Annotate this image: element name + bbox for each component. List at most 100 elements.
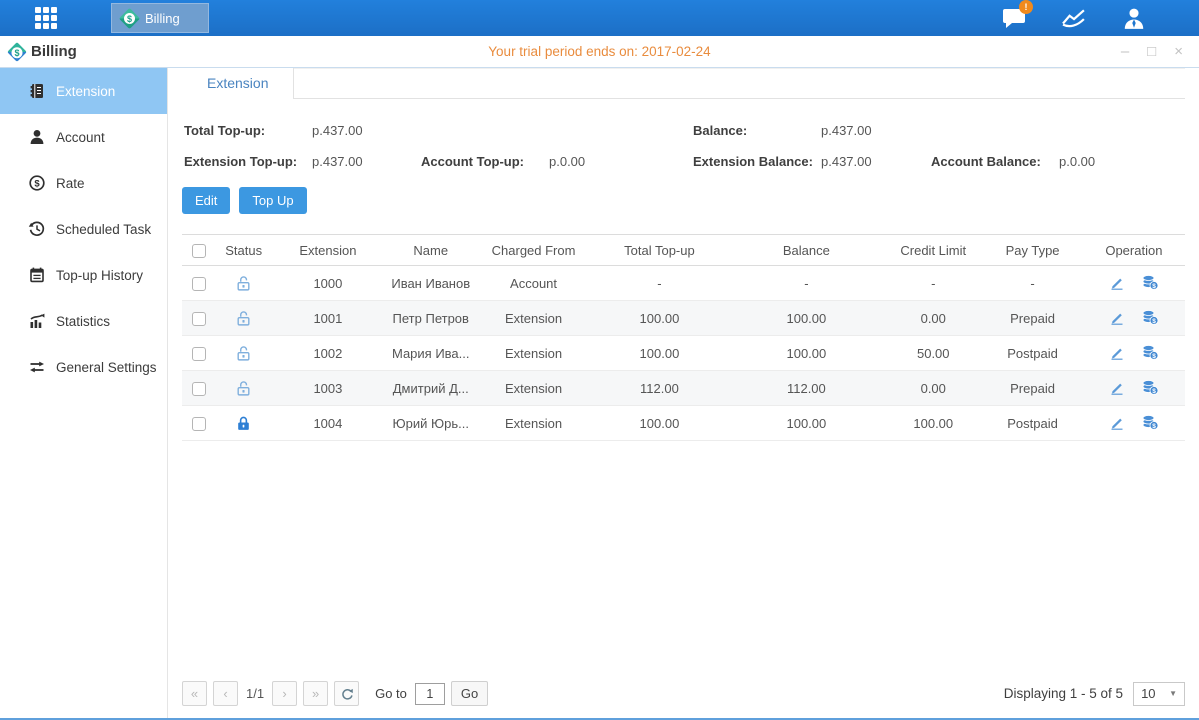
sidebar-item-account[interactable]: Account (0, 114, 167, 160)
row-checkbox[interactable] (192, 347, 206, 361)
notifications-icon[interactable]: ! (997, 5, 1031, 31)
extensions-table: StatusExtensionNameCharged FromTotal Top… (182, 234, 1185, 441)
cell-status-unlocked (216, 266, 271, 301)
sidebar-item-topup-history[interactable]: Top-up History (0, 252, 167, 298)
balance-summary: Total Top-up: p.437.00 Balance: p.437.00… (182, 115, 1185, 177)
sidebar-item-extension[interactable]: Extension (0, 68, 167, 114)
app-menu-icon[interactable] (35, 7, 69, 29)
sidebar-item-label: Statistics (56, 314, 110, 329)
edit-icon[interactable] (1109, 309, 1125, 325)
sidebar-item-label: Extension (56, 84, 115, 99)
row-checkbox[interactable] (192, 277, 206, 291)
window-header: $ Billing Your trial period ends on: 201… (0, 36, 1199, 68)
person-icon (28, 128, 46, 146)
status-unlocked-icon (235, 310, 252, 327)
prev-page-button[interactable]: ‹ (213, 681, 238, 706)
history-clock-icon (28, 220, 46, 238)
cell-total-topup: 100.00 (590, 336, 728, 371)
cell-checkbox (182, 336, 216, 371)
user-account-icon[interactable] (1117, 5, 1151, 31)
extension-topup-label: Extension Top-up: (182, 146, 310, 177)
cell-checkbox (182, 301, 216, 336)
cell-total-topup: - (590, 266, 728, 301)
cell-credit-limit: 100.00 (884, 406, 982, 441)
first-page-button[interactable]: « (182, 681, 207, 706)
go-button[interactable]: Go (451, 681, 488, 706)
cell-operation: $ (1083, 371, 1185, 406)
last-page-button[interactable]: » (303, 681, 328, 706)
sidebar-item-general-settings[interactable]: General Settings (0, 344, 167, 390)
row-checkbox[interactable] (192, 417, 206, 431)
svg-text:$: $ (34, 178, 40, 189)
cell-pay-type: Prepaid (982, 371, 1082, 406)
cell-operation: $ (1083, 336, 1185, 371)
taskbar-tab-billing[interactable]: $ Billing (111, 3, 209, 33)
top-up-icon[interactable]: $ (1141, 414, 1159, 430)
cell-status-unlocked (216, 301, 271, 336)
row-checkbox[interactable] (192, 382, 206, 396)
billing-window-icon: $ (7, 42, 27, 62)
chevron-down-icon: ▼ (1169, 689, 1177, 698)
page-size-select[interactable]: 10 ▼ (1133, 682, 1185, 706)
edit-icon[interactable] (1109, 379, 1125, 395)
sidebar: Extension Account $ Rate (0, 68, 168, 718)
status-locked-icon (235, 415, 252, 432)
edit-icon[interactable] (1109, 274, 1125, 290)
column-header-total-top-up: Total Top-up (590, 235, 728, 266)
maximize-icon[interactable]: □ (1147, 44, 1156, 59)
next-page-button[interactable]: › (272, 681, 297, 706)
goto-page-input[interactable] (415, 683, 445, 705)
balance-value: p.437.00 (819, 115, 929, 146)
cell-pay-type: - (982, 266, 1082, 301)
tab-extension[interactable]: Extension (182, 68, 294, 99)
cell-status-locked (216, 406, 271, 441)
app-body: Extension Account $ Rate (0, 68, 1199, 720)
billing-app-icon: $ (119, 7, 140, 28)
table-row-extension-1002: 1002Мария Ива...Extension100.00100.0050.… (182, 336, 1185, 371)
top-up-button[interactable]: Top Up (239, 187, 306, 214)
tab-strip: Extension (182, 68, 1185, 99)
top-up-icon[interactable]: $ (1141, 344, 1159, 360)
cell-extension: 1003 (271, 371, 384, 406)
sidebar-item-statistics[interactable]: Statistics (0, 298, 167, 344)
account-balance-label: Account Balance: (929, 146, 1057, 177)
top-up-icon[interactable]: $ (1141, 274, 1159, 290)
tab-strip-filler (294, 68, 1185, 98)
total-topup-label: Total Top-up: (182, 115, 310, 146)
edit-icon[interactable] (1109, 414, 1125, 430)
column-header-pay-type: Pay Type (982, 235, 1082, 266)
close-icon[interactable]: × (1174, 44, 1183, 59)
cell-status-unlocked (216, 371, 271, 406)
cell-balance: 100.00 (729, 336, 884, 371)
billing-app-window: $ Billing ! (0, 0, 1199, 720)
pagination-bar: « ‹ 1/1 › » Go to Go Displaying 1 - 5 of… (182, 681, 1185, 706)
sidebar-item-label: Scheduled Task (56, 222, 151, 237)
select-all-checkbox[interactable] (192, 244, 206, 258)
edit-icon[interactable] (1109, 344, 1125, 360)
address-book-icon (28, 82, 46, 100)
row-checkbox[interactable] (192, 312, 206, 326)
cell-name: Юрий Юрь... (385, 406, 477, 441)
cell-name: Петр Петров (385, 301, 477, 336)
column-header-status: Status (216, 235, 271, 266)
resource-monitor-icon[interactable] (1057, 5, 1091, 31)
cell-pay-type: Prepaid (982, 301, 1082, 336)
notification-badge: ! (1019, 0, 1033, 14)
top-up-icon[interactable]: $ (1141, 379, 1159, 395)
cell-name: Иван Иванов (385, 266, 477, 301)
svg-text:$: $ (1152, 422, 1156, 429)
sidebar-item-scheduled-task[interactable]: Scheduled Task (0, 206, 167, 252)
sidebar-item-rate[interactable]: $ Rate (0, 160, 167, 206)
edit-button[interactable]: Edit (182, 187, 230, 214)
pagination-right: Displaying 1 - 5 of 5 10 ▼ (1004, 682, 1185, 706)
window-controls: – □ × (1121, 44, 1199, 59)
minimize-icon[interactable]: – (1121, 44, 1129, 59)
table-row-extension-1004: 1004Юрий Юрь...Extension100.00100.00100.… (182, 406, 1185, 441)
cell-name: Мария Ива... (385, 336, 477, 371)
cell-operation: $ (1083, 406, 1185, 441)
top-up-icon[interactable]: $ (1141, 309, 1159, 325)
refresh-button[interactable] (334, 681, 359, 706)
cell-pay-type: Postpaid (982, 406, 1082, 441)
cell-credit-limit: 50.00 (884, 336, 982, 371)
extension-balance-label: Extension Balance: (691, 146, 819, 177)
